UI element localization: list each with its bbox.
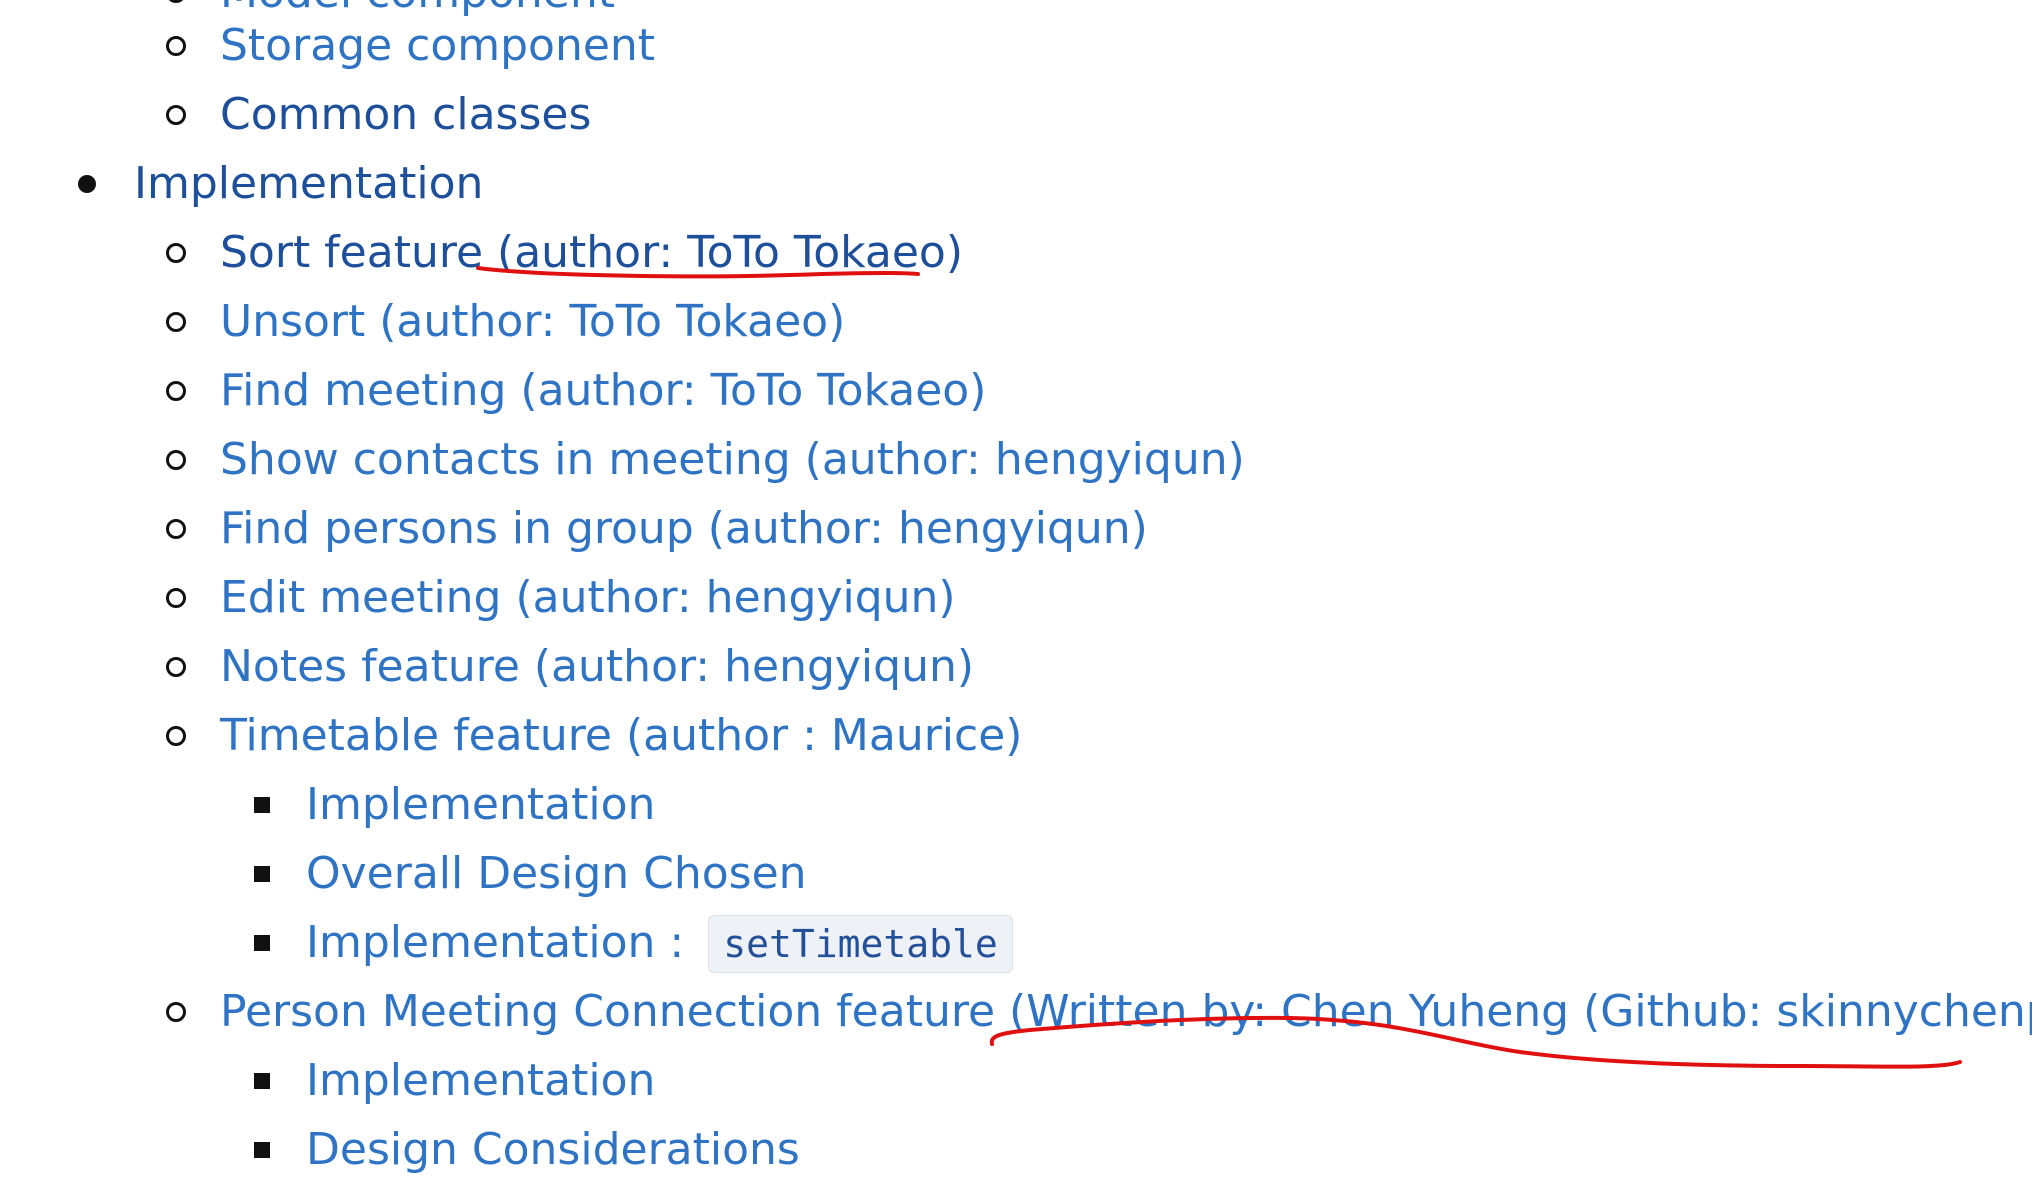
- toc-link-design-considerations[interactable]: Design Considerations: [306, 1115, 800, 1184]
- circle-bullet: [166, 587, 186, 608]
- circle-bullet: [166, 449, 186, 470]
- toc-link-edit-meeting[interactable]: Edit meeting (author: hengyiqun): [220, 563, 956, 632]
- circle-bullet: [166, 311, 186, 332]
- toc-link-person-meeting-connection[interactable]: Person Meeting Connection feature (Writt…: [220, 977, 2032, 1046]
- settimetable-code: setTimetable: [708, 915, 1013, 973]
- square-bullet: [254, 865, 270, 882]
- circle-bullet: [166, 518, 186, 539]
- disc-bullet: [78, 174, 96, 193]
- toc-link-find-persons[interactable]: Find persons in group (author: hengyiqun…: [220, 494, 1148, 563]
- toc-link-find-meeting[interactable]: Find meeting (author: ToTo Tokaeo): [220, 356, 986, 425]
- circle-bullet: [166, 242, 186, 263]
- toc-link-timetable-implementation[interactable]: Implementation: [306, 770, 655, 839]
- toc-link-timetable-feature[interactable]: Timetable feature (author : Maurice): [220, 701, 1022, 770]
- circle-bullet: [166, 35, 186, 56]
- circle-bullet: [166, 1001, 186, 1022]
- circle-bullet: [166, 656, 186, 677]
- toc-link-implementation-settimetable[interactable]: Implementation : setTimetable: [306, 908, 1013, 977]
- square-bullet: [254, 1141, 270, 1158]
- toc-link-unsort[interactable]: Unsort (author: ToTo Tokaeo): [220, 287, 845, 356]
- toc-link-implementation[interactable]: Implementation: [134, 149, 483, 218]
- toc-link-pmc-implementation[interactable]: Implementation: [306, 1046, 655, 1115]
- circle-bullet: [166, 380, 186, 401]
- square-bullet: [254, 934, 270, 951]
- sort-feature-author: (author: ToTo Tokaeo): [497, 227, 964, 278]
- toc-link-storage-component[interactable]: Storage component: [220, 11, 655, 80]
- toc-link-show-contacts[interactable]: Show contacts in meeting (author: hengyi…: [220, 425, 1245, 494]
- toc-link-common-classes[interactable]: Common classes: [220, 80, 591, 149]
- toc-link-overall-design[interactable]: Overall Design Chosen: [306, 839, 807, 908]
- square-bullet: [254, 796, 270, 813]
- circle-bullet: [166, 725, 186, 746]
- sort-feature-label: Sort feature: [220, 227, 498, 278]
- toc-link-sort-feature[interactable]: Sort feature (author: ToTo Tokaeo): [220, 218, 963, 287]
- circle-bullet: [166, 104, 186, 125]
- square-bullet: [254, 1072, 270, 1089]
- implementation-prefix: Implementation :: [306, 917, 699, 968]
- toc-link-notes-feature[interactable]: Notes feature (author: hengyiqun): [220, 632, 974, 701]
- circle-bullet: [166, 0, 186, 3]
